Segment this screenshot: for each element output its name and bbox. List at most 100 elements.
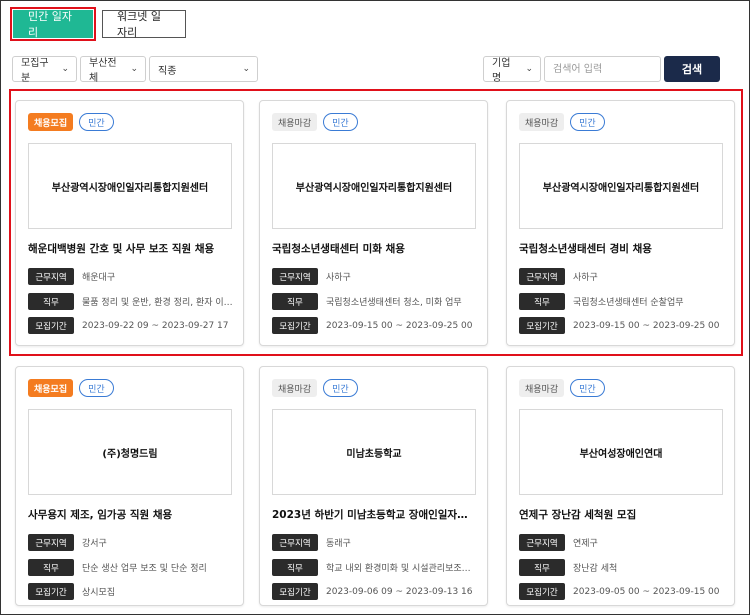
period-value: 2023-09-15 00 ~ 2023-09-25 00	[573, 320, 720, 331]
status-badge: 채용마감	[519, 379, 565, 397]
category-badge: 민간	[79, 113, 114, 131]
region-row: 근무지역 연제구	[519, 534, 729, 551]
recruit-type-select[interactable]: 모집구분 ⌄	[12, 56, 77, 84]
period-value: 2023-09-15 00 ~ 2023-09-25 00	[326, 320, 473, 331]
period-label: 모집기간	[272, 317, 318, 334]
job-title[interactable]: 국립청소년생태센터 미화 채용	[272, 241, 477, 256]
region-label: 근무지역	[272, 534, 318, 551]
region-row: 근무지역 강서구	[28, 534, 238, 551]
status-badge: 채용마감	[519, 113, 565, 131]
region-label: 근무지역	[28, 534, 74, 551]
active-tab-highlight: 민간 일자리	[10, 7, 96, 41]
region-value: 사하구	[326, 273, 351, 283]
duty-value: 국립청소년생태센터 순찰업무	[573, 298, 684, 308]
region-label: 근무지역	[519, 534, 565, 551]
category-badge: 민간	[570, 113, 605, 131]
duty-row: 직무 단순 생산 업무 보조 및 단순 정리	[28, 559, 238, 576]
org-logo-box: 부산광역시장애인일자리통합지원센터	[519, 143, 723, 229]
period-row: 모집기간 2023-09-22 09 ~ 2023-09-27 17	[28, 317, 238, 334]
duty-label: 직무	[519, 293, 565, 310]
period-row: 모집기간 2023-09-06 09 ~ 2023-09-13 16	[272, 583, 482, 600]
job-card[interactable]: 채용마감 민간 부산광역시장애인일자리통합지원센터 국립청소년생태센터 경비 채…	[506, 100, 735, 346]
chevron-down-icon: ⌄	[242, 64, 250, 74]
region-row: 근무지역 동래구	[272, 534, 482, 551]
tab-worknet-jobs[interactable]: 워크넷 일자리	[102, 10, 186, 39]
category-badge: 민간	[323, 113, 358, 131]
job-type-select[interactable]: 직종 ⌄	[149, 56, 258, 82]
search-type-select[interactable]: 기업명 ⌄	[483, 56, 541, 84]
job-title[interactable]: 2023년 하반기 미남초등학교 장애인일자리…	[272, 507, 477, 522]
category-badge: 민간	[323, 379, 358, 397]
status-badge: 채용마감	[272, 113, 318, 131]
period-label: 모집기간	[272, 583, 318, 600]
badge-group: 채용마감 민간	[272, 113, 358, 131]
category-badge: 민간	[570, 379, 605, 397]
org-logo-box: 부산광역시장애인일자리통합지원센터	[28, 143, 232, 229]
region-label: 근무지역	[272, 268, 318, 285]
job-card[interactable]: 채용마감 민간 부산여성장애인연대 연제구 장난감 세척원 모집 근무지역 연제…	[506, 366, 735, 606]
job-card[interactable]: 채용모집 민간 부산광역시장애인일자리통합지원센터 해운대백병원 간호 및 사무…	[15, 100, 244, 346]
region-value: 동래구	[326, 539, 351, 549]
job-card[interactable]: 채용마감 민간 부산광역시장애인일자리통합지원센터 국립청소년생태센터 미화 채…	[259, 100, 488, 346]
region-value: 부산전체	[89, 58, 117, 84]
status-badge: 채용마감	[272, 379, 318, 397]
duty-row: 직무 장난감 세척	[519, 559, 729, 576]
duty-row: 직무 국립청소년생태센터 순찰업무	[519, 293, 729, 310]
chevron-down-icon: ⌄	[525, 64, 533, 74]
period-value: 상시모집	[82, 588, 116, 598]
period-value: 2023-09-05 00 ~ 2023-09-15 00	[573, 586, 720, 597]
job-card[interactable]: 채용마감 민간 미남초등학교 2023년 하반기 미남초등학교 장애인일자리… …	[259, 366, 488, 606]
org-logo-box: 부산여성장애인연대	[519, 409, 723, 495]
duty-label: 직무	[519, 559, 565, 576]
duty-row: 직무 국립청소년생태센터 청소, 미화 업무	[272, 293, 482, 310]
region-select[interactable]: 부산전체 ⌄	[80, 56, 146, 84]
search-area: 기업명 ⌄ 검색	[483, 56, 720, 84]
period-label: 모집기간	[28, 317, 74, 334]
period-row: 모집기간 2023-09-05 00 ~ 2023-09-15 00	[519, 583, 729, 600]
job-title[interactable]: 사무용지 제조, 임가공 직원 채용	[28, 507, 233, 522]
status-badge: 채용모집	[28, 113, 74, 131]
job-type-value: 직종	[158, 65, 177, 77]
duty-label: 직무	[28, 293, 74, 310]
tab-bar: 민간 일자리 워크넷 일자리	[10, 7, 186, 41]
org-logo-box: 부산광역시장애인일자리통합지원센터	[272, 143, 476, 229]
recruit-type-value: 모집구분	[21, 58, 49, 84]
duty-row: 직무 물품 정리 및 운반, 환경 정리, 환자 이…	[28, 293, 238, 310]
job-card[interactable]: 채용모집 민간 (주)청명드림 사무용지 제조, 임가공 직원 채용 근무지역 …	[15, 366, 244, 606]
org-logo-box: 미남초등학교	[272, 409, 476, 495]
region-row: 근무지역 해운대구	[28, 268, 238, 285]
badge-group: 채용마감 민간	[519, 113, 605, 131]
duty-value: 단순 생산 업무 보조 및 단순 정리	[82, 564, 207, 574]
badge-group: 채용마감 민간	[519, 379, 605, 397]
status-badge: 채용모집	[28, 379, 74, 397]
job-title[interactable]: 연제구 장난감 세척원 모집	[519, 507, 724, 522]
search-input[interactable]	[544, 56, 661, 82]
badge-group: 채용모집 민간	[28, 113, 114, 131]
region-value: 해운대구	[82, 273, 116, 283]
duty-value: 학교 내외 환경미화 및 시설관리보조…	[326, 564, 471, 574]
region-value: 연제구	[573, 539, 598, 549]
org-logo-box: (주)청명드림	[28, 409, 232, 495]
search-type-value: 기업명	[492, 58, 511, 84]
duty-row: 직무 학교 내외 환경미화 및 시설관리보조…	[272, 559, 482, 576]
period-value: 2023-09-22 09 ~ 2023-09-27 17	[82, 320, 229, 331]
job-title[interactable]: 국립청소년생태센터 경비 채용	[519, 241, 724, 256]
filter-bar: 모집구분 ⌄ 부산전체 ⌄ 직종 ⌄	[12, 56, 258, 84]
badge-group: 채용마감 민간	[272, 379, 358, 397]
duty-label: 직무	[272, 559, 318, 576]
region-row: 근무지역 사하구	[272, 268, 482, 285]
duty-value: 국립청소년생태센터 청소, 미화 업무	[326, 298, 462, 308]
period-value: 2023-09-06 09 ~ 2023-09-13 16	[326, 586, 473, 597]
job-title[interactable]: 해운대백병원 간호 및 사무 보조 직원 채용	[28, 241, 233, 256]
region-label: 근무지역	[519, 268, 565, 285]
region-value: 사하구	[573, 273, 598, 283]
period-row: 모집기간 2023-09-15 00 ~ 2023-09-25 00	[272, 317, 482, 334]
period-label: 모집기간	[519, 317, 565, 334]
tab-private-jobs[interactable]: 민간 일자리	[13, 10, 93, 39]
badge-group: 채용모집 민간	[28, 379, 114, 397]
duty-label: 직무	[28, 559, 74, 576]
period-label: 모집기간	[519, 583, 565, 600]
region-row: 근무지역 사하구	[519, 268, 729, 285]
chevron-down-icon: ⌄	[61, 64, 69, 74]
search-button[interactable]: 검색	[664, 56, 720, 82]
